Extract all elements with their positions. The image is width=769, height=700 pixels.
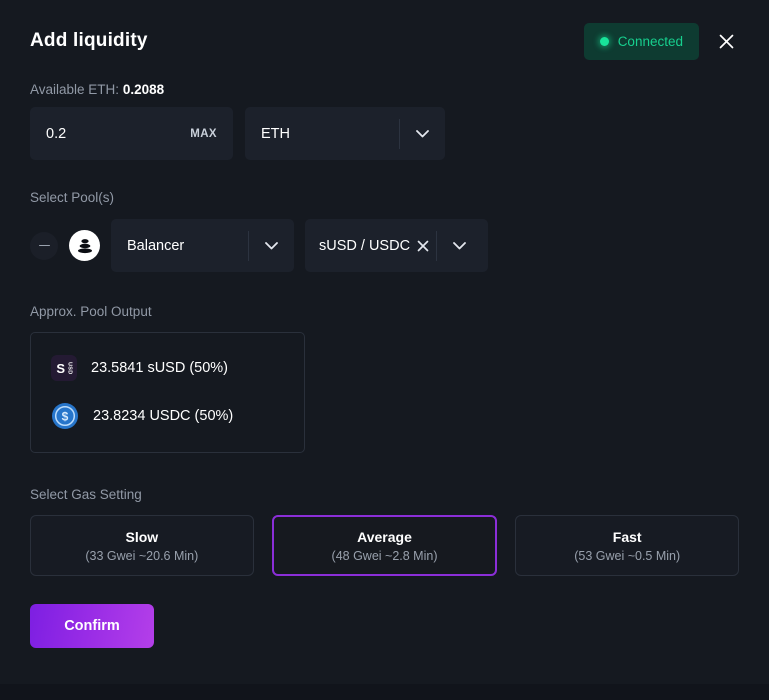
gas-option-slow[interactable]: Slow (33 Gwei ~20.6 Min) — [30, 515, 254, 576]
available-balance: Available ETH: 0.2088 — [30, 82, 739, 97]
gas-option-detail: (48 Gwei ~2.8 Min) — [331, 548, 438, 563]
svg-text:$: $ — [62, 410, 69, 424]
modal-header: Add liquidity Connected — [30, 0, 739, 82]
wallet-status-badge[interactable]: Connected — [583, 22, 699, 60]
token-select[interactable]: ETH — [245, 107, 445, 160]
protocol-select-chevron[interactable] — [249, 241, 294, 250]
gas-setting-section: Select Gas Setting Slow (33 Gwei ~20.6 M… — [30, 487, 740, 576]
gas-option-average[interactable]: Average (48 Gwei ~2.8 Min) — [271, 515, 498, 576]
page-title: Add liquidity — [30, 30, 148, 51]
close-icon — [719, 34, 733, 48]
close-icon — [417, 240, 429, 251]
chevron-down-icon — [453, 241, 466, 249]
status-badge: Connected — [617, 33, 683, 49]
pool-pair-value: sUSD / USDC — [319, 237, 411, 254]
chevron-down-icon — [416, 129, 429, 137]
status-dot-icon — [599, 36, 609, 46]
pool-pair-chevron[interactable] — [437, 241, 482, 250]
remove-pool-button[interactable] — [30, 231, 58, 260]
gas-option-name: Average — [357, 528, 412, 545]
pool-output-section: Approx. Pool Output S USD 23.5841 sUSD (… — [30, 304, 739, 453]
protocol-select[interactable]: Balancer — [111, 219, 294, 272]
gas-setting-label: Select Gas Setting — [30, 487, 142, 502]
max-button[interactable]: MAX — [190, 128, 217, 140]
clear-pair-button[interactable] — [410, 240, 436, 252]
gas-option-name: Slow — [125, 528, 159, 545]
close-button[interactable] — [713, 28, 739, 54]
bottom-strip — [0, 684, 769, 692]
available-balance-value: 0.2088 — [122, 82, 165, 97]
gas-option-detail: (53 Gwei ~0.5 Min) — [574, 548, 681, 563]
token-select-value: ETH — [261, 125, 290, 142]
protocol-select-value: Balancer — [127, 237, 185, 254]
list-item: $ 23.8234 USDC (50%) — [51, 402, 284, 430]
susd-token-icon: S USD — [51, 355, 77, 381]
select-pools-section: Select Pool(s) Balancer sUSD / USDC — [30, 190, 739, 272]
amount-input[interactable]: 0.2 — [46, 126, 190, 142]
susd-s-glyph: S — [56, 360, 66, 376]
available-balance-label: Available ETH: — [30, 82, 120, 97]
chevron-down-icon — [265, 241, 278, 249]
pool-row: Balancer sUSD / USDC — [30, 219, 739, 272]
pool-output-value-usdc: 23.8234 USDC (50%) — [93, 408, 234, 424]
gas-option-fast[interactable]: Fast (53 Gwei ~0.5 Min) — [515, 515, 740, 576]
token-select-chevron[interactable] — [400, 129, 445, 138]
pool-pair-select[interactable]: sUSD / USDC — [305, 219, 488, 272]
select-pools-label: Select Pool(s) — [30, 190, 115, 205]
pool-output-label: Approx. Pool Output — [30, 304, 152, 319]
gas-option-name: Fast — [612, 528, 642, 545]
amount-row: 0.2 MAX ETH — [30, 107, 739, 160]
usdc-token-icon: $ — [52, 403, 78, 429]
list-item: S USD 23.5841 sUSD (50%) — [51, 355, 284, 381]
pool-output-value-susd: 23.5841 sUSD (50%) — [91, 360, 229, 376]
gas-option-detail: (33 Gwei ~20.6 Min) — [85, 548, 199, 563]
header-actions: Connected — [583, 22, 739, 60]
gas-options: Slow (33 Gwei ~20.6 Min) Average (48 Gwe… — [30, 515, 740, 576]
minus-icon — [38, 244, 50, 247]
balancer-logo-icon — [69, 230, 100, 261]
pool-output-box: S USD 23.5841 sUSD (50%) $ 23.8234 USDC … — [30, 332, 305, 453]
amount-input-wrapper[interactable]: 0.2 MAX — [30, 107, 233, 160]
susd-usd-glyph: USD — [66, 361, 73, 375]
confirm-button[interactable]: Confirm — [30, 604, 154, 648]
add-liquidity-modal: Add liquidity Connected Available ETH: 0… — [0, 0, 769, 692]
balancer-logo-glyph — [77, 238, 92, 253]
